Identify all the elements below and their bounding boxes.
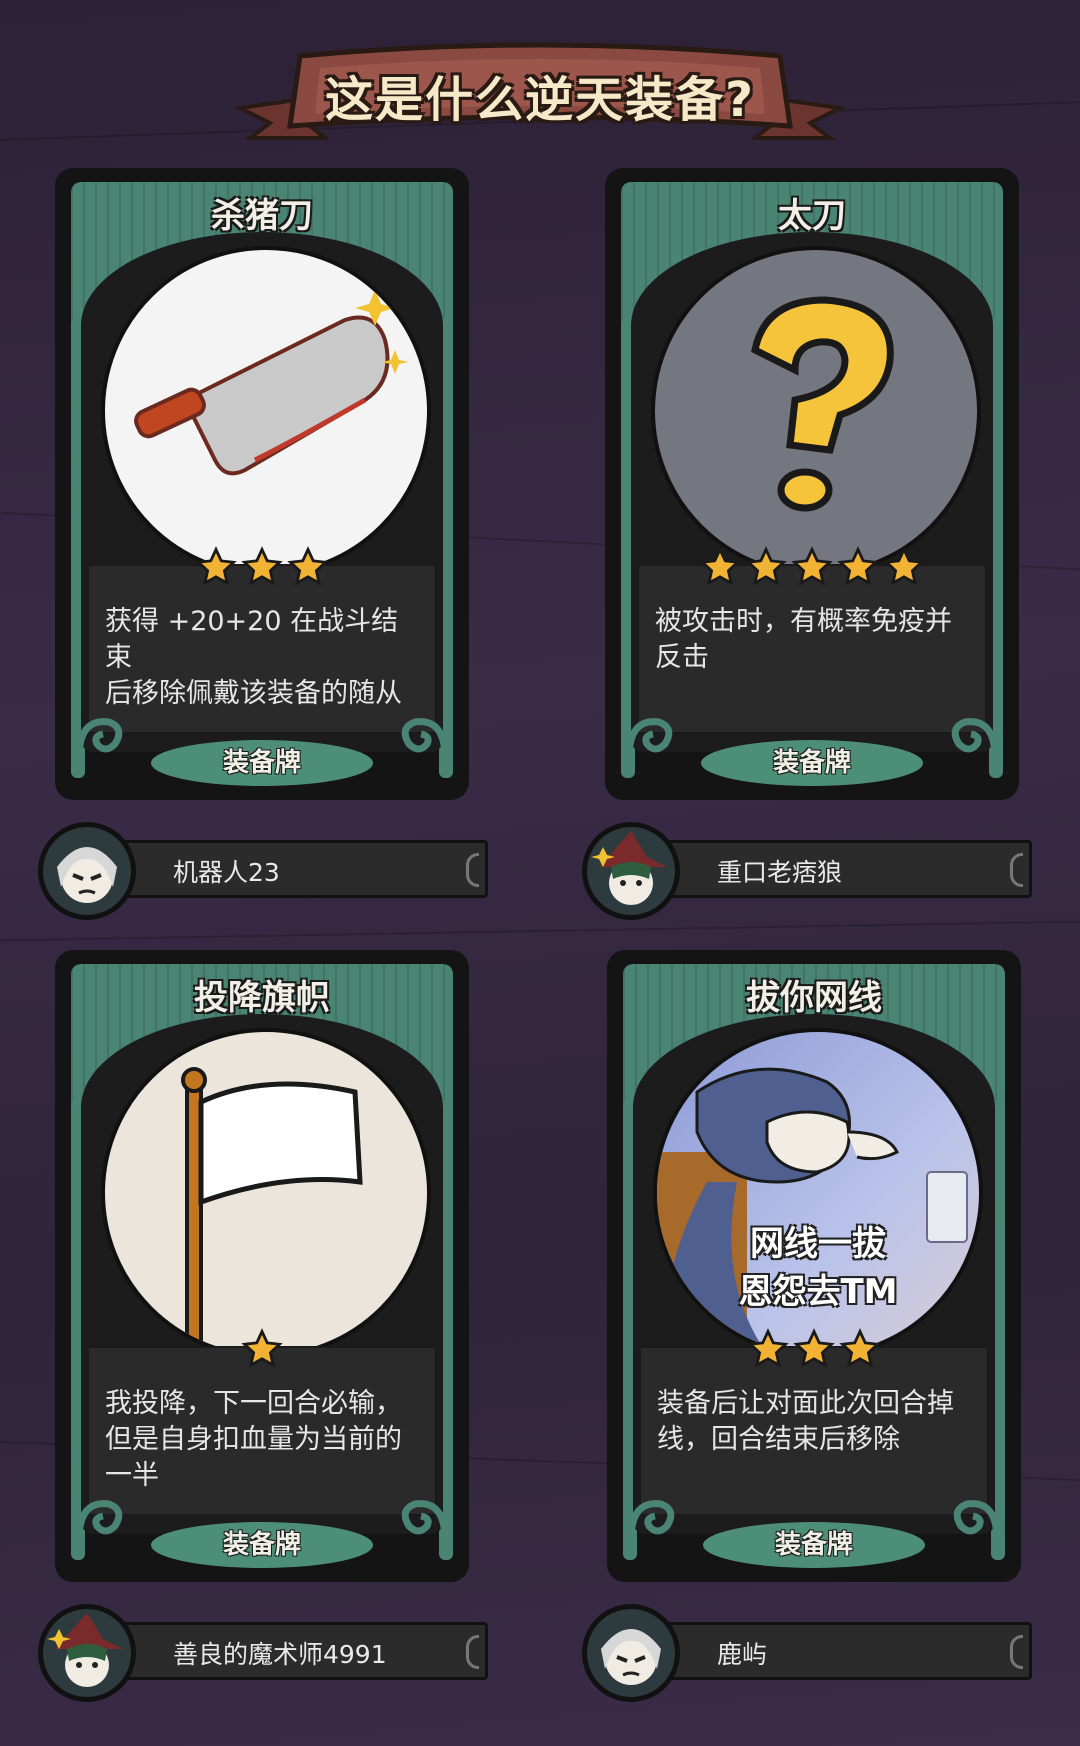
card-type-label: 装备牌 — [701, 740, 923, 786]
star-rating — [55, 1328, 469, 1372]
username: 重口老痞狼 — [717, 858, 843, 887]
header-banner: 这是什么逆天装备? — [230, 38, 850, 148]
cleaver-icon — [101, 246, 431, 576]
swirl-ornament-icon — [401, 1500, 449, 1541]
star-rating — [607, 1328, 1021, 1372]
swirl-ornament-icon — [401, 718, 449, 759]
card-type-label: 装备牌 — [151, 740, 373, 786]
star-icon — [699, 546, 741, 586]
silver-hair-avatar-icon[interactable] — [582, 1604, 680, 1702]
swirl-ornament-icon — [625, 718, 673, 759]
star-rating — [605, 546, 1019, 590]
equipment-card[interactable]: 杀猪刀 获得 +20+20 在战斗结束 后移除佩戴该装备的随从 装备牌 — [55, 168, 469, 800]
user-row[interactable]: 机器人23 — [38, 810, 498, 920]
card-title: 杀猪刀 — [211, 196, 313, 236]
meme-caption: 恩怨去TM — [738, 1272, 898, 1312]
meme-caption: 网线一拔 — [750, 1224, 886, 1264]
username: 善良的魔术师4991 — [173, 1640, 387, 1669]
star-icon — [241, 546, 283, 586]
swirl-ornament-icon — [75, 718, 123, 759]
star-icon — [793, 1328, 835, 1368]
witch-hat-avatar-icon[interactable] — [582, 822, 680, 920]
star-icon — [195, 546, 237, 586]
swirl-ornament-icon — [953, 1500, 1001, 1541]
star-rating — [55, 546, 469, 590]
description-line: 但是自身扣血量为当前的 — [105, 1424, 402, 1455]
white-flag-icon — [101, 1028, 431, 1358]
swirl-ornament-icon — [75, 1500, 123, 1541]
witch-hat-avatar-icon[interactable] — [38, 1604, 136, 1702]
description-line: 被攻击时，有概率免疫并 — [655, 606, 952, 637]
equipment-card[interactable]: 投降旗帜 我投降，下一回合必输， 但是自身扣血量为当前的 一半 装备牌 — [55, 950, 469, 1582]
user-row[interactable]: 鹿屿 — [582, 1592, 1042, 1702]
swirl-ornament-icon — [951, 718, 999, 759]
star-icon — [747, 1328, 789, 1368]
description-line: 反击 — [655, 642, 709, 673]
description-line: 后移除佩戴该装备的随从 — [105, 678, 402, 709]
description-line: 线，回合结束后移除 — [657, 1424, 900, 1455]
swirl-ornament-icon — [627, 1500, 675, 1541]
star-icon — [745, 546, 787, 586]
star-icon — [287, 546, 329, 586]
star-icon — [837, 546, 879, 586]
card-title: 投降旗帜 — [194, 978, 330, 1018]
card-type-label: 装备牌 — [703, 1522, 925, 1568]
description-line: 获得 +20+20 在战斗结束 — [105, 606, 399, 673]
page-title: 这是什么逆天装备? — [325, 72, 755, 128]
star-icon — [791, 546, 833, 586]
star-icon — [241, 1328, 283, 1368]
card-title: 太刀 — [778, 196, 846, 236]
star-icon — [883, 546, 925, 586]
description-line: 装备后让对面此次回合掉 — [657, 1388, 954, 1419]
equipment-card[interactable]: 拔你网线 网线一拔 恩怨去TM 装备后让对面此次回合掉 线，回合结束后移除 装备… — [607, 950, 1021, 1582]
username: 机器人23 — [173, 858, 280, 887]
username: 鹿屿 — [717, 1640, 768, 1669]
equipment-card[interactable]: 太刀 被攻击时，有概率免疫并 反击 装备牌 — [605, 168, 1019, 800]
description-line: 我投降，下一回合必输， — [105, 1388, 402, 1419]
star-icon — [839, 1328, 881, 1368]
question-mark-icon — [651, 246, 981, 576]
silver-hair-avatar-icon[interactable] — [38, 822, 136, 920]
user-row[interactable]: 重口老痞狼 — [582, 810, 1042, 920]
card-type-label: 装备牌 — [151, 1522, 373, 1568]
card-title: 拔你网线 — [746, 978, 882, 1018]
user-row[interactable]: 善良的魔术师4991 — [38, 1592, 498, 1702]
description-line: 一半 — [105, 1460, 159, 1491]
cartoon-cat-meme-icon: 网线一拔 恩怨去TM — [653, 1028, 983, 1358]
